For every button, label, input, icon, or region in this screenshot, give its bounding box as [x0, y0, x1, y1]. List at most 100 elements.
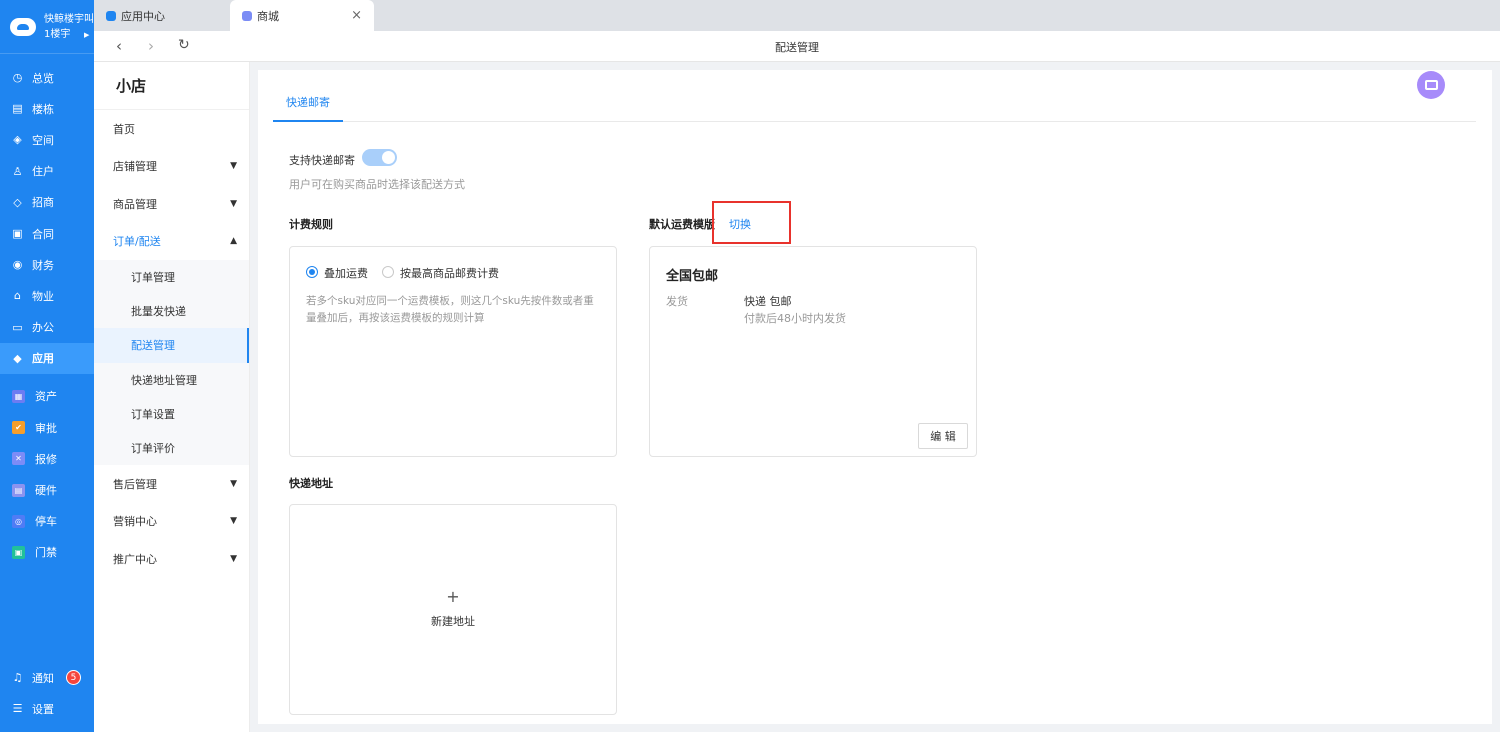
rail-label: 总览	[32, 71, 54, 85]
browser-tab-bar: 应用中心 商城 ×	[94, 0, 1500, 31]
rail-item-residents[interactable]: ♙ 住户	[0, 156, 94, 187]
rail-item-settings[interactable]: ☰ 设置	[0, 693, 94, 724]
rail-label: 应用	[32, 352, 54, 366]
sub-item-delivery[interactable]: 配送管理	[94, 328, 249, 363]
rail-app-repair[interactable]: ✕ 报修	[0, 443, 94, 474]
delivery-content: 快递邮寄 支持快递邮寄 用户可在购买商品时选择该配送方式 计费规则 默认运费模版…	[258, 70, 1492, 724]
delivery-tabs: 快递邮寄	[273, 92, 1476, 122]
brand-header[interactable]: 快鲸楼宇叫 1楼宇 ▶	[0, 0, 94, 54]
sub-item-address[interactable]: 快递地址管理	[94, 363, 249, 397]
rail-app-label: 硬件	[35, 484, 57, 498]
shipping-template-card: 全国包邮 发货 快递 包邮 付款后48小时内发货 编 辑	[649, 246, 977, 457]
rail-item-building[interactable]: ▤ 楼栋	[0, 93, 94, 124]
side-item-goods[interactable]: 商品管理 ▼	[94, 185, 249, 223]
billing-rule-card: 叠加运费 按最高商品邮费计费 若多个sku对应同一个运费模板，则这几个sku先按…	[289, 246, 617, 457]
rail-label: 住户	[32, 165, 54, 179]
brand-name: 快鲸楼宇叫	[44, 13, 94, 25]
rail-app-label: 报修	[35, 452, 57, 466]
ship-value: 快递 包邮	[744, 295, 792, 308]
rail-item-contract[interactable]: ▣ 合同	[0, 218, 94, 249]
app-cube-icon: ◆	[13, 351, 22, 365]
rail-label: 财务	[32, 258, 54, 272]
radio-stack-fee[interactable]	[306, 266, 318, 278]
billing-desc-line2: 量叠加后，再按该运费模板的规则计算	[306, 312, 485, 324]
sub-item-order-settings[interactable]: 订单设置	[94, 397, 249, 431]
sub-label: 订单管理	[131, 271, 175, 285]
radio-max-fee[interactable]	[382, 266, 394, 278]
sub-item-order-manage[interactable]: 订单管理	[94, 260, 249, 294]
rail-item-leasing[interactable]: ◇ 招商	[0, 187, 94, 218]
rail-app-door[interactable]: ▣ 门禁	[0, 537, 94, 568]
rail-item-space[interactable]: ◈ 空间	[0, 124, 94, 155]
sub-label: 快递地址管理	[131, 373, 197, 387]
sub-label: 批量发快递	[131, 305, 186, 319]
tab-app-center[interactable]: 应用中心	[94, 0, 228, 31]
side-item-order[interactable]: 订单/配送 ▲	[94, 223, 249, 261]
sub-label: 订单设置	[131, 407, 175, 421]
side-label: 商品管理	[113, 197, 157, 211]
mall-icon	[242, 10, 252, 21]
side-label: 推广中心	[113, 552, 157, 566]
rail-item-property[interactable]: ⌂ 物业	[0, 280, 94, 311]
chevron-up-icon: ▲	[230, 236, 237, 247]
side-item-store[interactable]: 店铺管理 ▼	[94, 148, 249, 186]
rail-label: 物业	[32, 289, 54, 303]
order-submenu: 订单管理 批量发快递 配送管理 快递地址管理 订单设置 订单评价	[94, 260, 249, 466]
chevron-down-icon: ▼	[230, 198, 237, 209]
back-icon[interactable]: ‹	[116, 37, 122, 55]
rail-item-notify[interactable]: ♫ 通知 5	[0, 662, 94, 693]
page-title: 配送管理	[775, 41, 819, 54]
main-navigation-rail: 快鲸楼宇叫 1楼宇 ▶ ◷ 总览 ▤ 楼栋 ◈ 空间 ♙ 住户 ◇ 招商 ▣ 合同 ◉ 财务 …	[0, 0, 94, 732]
rail-app-approval[interactable]: ✔ 审批	[0, 412, 94, 443]
rail-item-overview[interactable]: ◷ 总览	[0, 62, 94, 93]
side-label: 售后管理	[113, 477, 157, 491]
rail-app-label: 门禁	[35, 546, 57, 560]
notify-count-badge: 5	[66, 670, 81, 686]
chevron-down-icon: ▼	[230, 478, 237, 489]
side-item-marketing[interactable]: 营销中心 ▼	[94, 503, 249, 541]
side-item-home[interactable]: 首页	[94, 110, 249, 148]
side-item-promotion[interactable]: 推广中心 ▼	[94, 540, 249, 578]
navigation-bar: 配送管理 ‹ › ↻	[94, 31, 1500, 62]
refresh-icon[interactable]: ↻	[178, 37, 190, 53]
approval-icon: ✔	[12, 421, 25, 435]
support-express-toggle[interactable]	[362, 149, 397, 166]
tag-icon: ◇	[13, 195, 22, 209]
rail-item-finance[interactable]: ◉ 财务	[0, 249, 94, 280]
sub-item-batch-ship[interactable]: 批量发快递	[94, 294, 249, 328]
sub-item-review[interactable]: 订单评价	[94, 431, 249, 465]
rail-app-hardware[interactable]: ▤ 硬件	[0, 474, 94, 505]
close-icon[interactable]: ×	[351, 8, 362, 23]
radio-stack-fee-label[interactable]: 叠加运费	[324, 265, 368, 281]
building-icon: ▤	[12, 102, 23, 116]
rail-app-parking[interactable]: ◎ 停车	[0, 506, 94, 537]
tab-label: 应用中心	[121, 9, 165, 23]
edit-template-button[interactable]: 编 辑	[918, 423, 968, 449]
tab-mall[interactable]: 商城 ×	[230, 0, 374, 31]
new-address-card[interactable]: + 新建地址	[289, 504, 617, 715]
cube-icon: ◈	[13, 133, 22, 147]
template-name: 全国包邮	[666, 269, 719, 284]
express-address-title: 快递地址	[289, 477, 333, 490]
radio-max-fee-label[interactable]: 按最高商品邮费计费	[400, 265, 499, 281]
clock-icon: ◷	[12, 71, 23, 85]
rail-item-apps[interactable]: ◆ 应用	[0, 342, 94, 374]
rail-item-office[interactable]: ▭ 办公	[0, 312, 94, 343]
asset-icon: ▦	[12, 389, 25, 403]
plus-icon: +	[446, 587, 460, 606]
rail-label: 楼栋	[32, 102, 54, 116]
rail-app-asset[interactable]: ▦ 资产	[0, 381, 94, 412]
forward-icon[interactable]: ›	[148, 37, 154, 55]
store-icon[interactable]	[1417, 71, 1445, 99]
coin-icon: ◉	[12, 258, 23, 272]
highlight-box	[712, 201, 791, 244]
side-item-after-sales[interactable]: 售后管理 ▼	[94, 465, 249, 503]
tab-express[interactable]: 快递邮寄	[273, 92, 343, 122]
home-icon: ⌂	[14, 289, 21, 303]
tab-label: 商城	[257, 9, 279, 23]
rail-label: 设置	[32, 702, 54, 716]
rail-label: 办公	[32, 321, 54, 335]
sub-label: 配送管理	[131, 339, 175, 353]
users-icon: ♙	[12, 164, 23, 178]
hardware-icon: ▤	[12, 483, 25, 497]
